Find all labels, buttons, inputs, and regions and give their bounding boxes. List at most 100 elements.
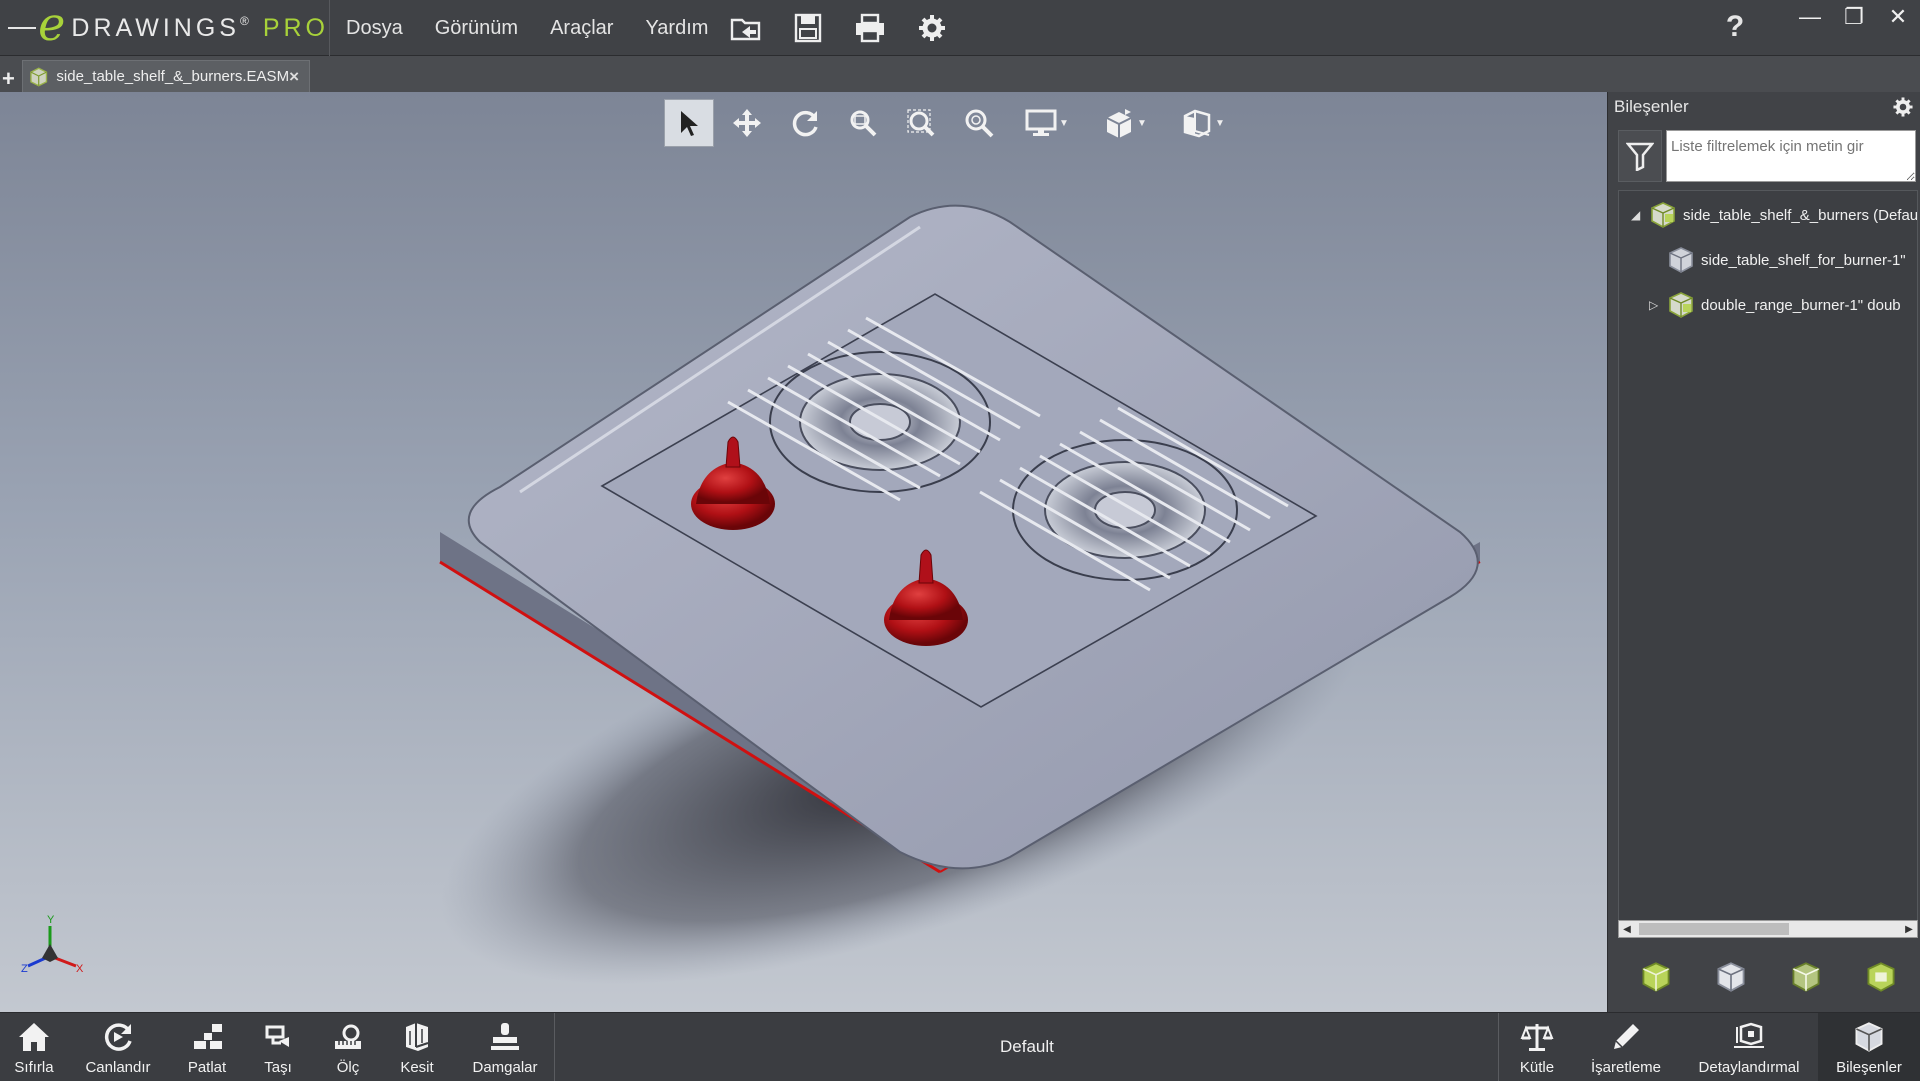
horizontal-scrollbar[interactable]: ◀ ▶ bbox=[1618, 920, 1918, 938]
animate-button[interactable]: Canlandır bbox=[80, 1013, 156, 1081]
triad-y-label: Y bbox=[47, 914, 55, 926]
filter-funnel-icon[interactable] bbox=[1618, 130, 1662, 182]
stamps-button[interactable]: Damgalar bbox=[468, 1013, 542, 1081]
model-view bbox=[439, 204, 1481, 985]
view-toolbar: ▼ ▼ ▼ bbox=[664, 98, 1238, 148]
display-style-icon[interactable]: ▼ bbox=[1012, 99, 1082, 147]
tree-item-burner[interactable]: ▷ double_range_burner-1" doub bbox=[1649, 285, 1901, 325]
document-tab-title: side_table_shelf_&_burners.EASM bbox=[56, 68, 290, 85]
animate-icon bbox=[104, 1023, 132, 1051]
explode-icon bbox=[194, 1024, 222, 1049]
toolbar-separator bbox=[1498, 1013, 1499, 1081]
measure-button[interactable]: Ölç bbox=[326, 1013, 370, 1081]
hide-component-icon[interactable] bbox=[1714, 961, 1748, 993]
measure-label: Ölç bbox=[336, 1059, 360, 1076]
zoom-icon[interactable] bbox=[954, 99, 1004, 147]
menu-tools[interactable]: Araçlar bbox=[534, 17, 629, 40]
part-icon bbox=[1669, 247, 1693, 273]
tree-item-shelf[interactable]: side_table_shelf_for_burner-1" bbox=[1667, 240, 1906, 280]
reset-label: Sıfırla bbox=[14, 1059, 54, 1076]
components-panel: Bileşenler ◢ side_table_shelf_&_burners … bbox=[1607, 92, 1920, 1012]
menu-help[interactable]: Yardım bbox=[629, 17, 724, 40]
menu-view[interactable]: Görünüm bbox=[419, 17, 534, 40]
section-view-icon[interactable]: ▼ bbox=[1168, 99, 1238, 147]
logo-reg: ® bbox=[239, 14, 249, 28]
move-button[interactable]: Taşı bbox=[256, 1013, 300, 1081]
restore-button[interactable]: ❐ bbox=[1832, 0, 1876, 34]
detailing-icon bbox=[1734, 1022, 1764, 1048]
quick-toolbar bbox=[724, 0, 954, 56]
bottom-toolbar: Sıfırla Canlandır Patlat Taşı Ölç Kesit … bbox=[0, 1012, 1920, 1081]
graphics-viewport[interactable]: ▼ ▼ ▼ Y Z X bbox=[0, 92, 1607, 1012]
explode-button[interactable]: Patlat bbox=[182, 1013, 232, 1081]
save-icon[interactable] bbox=[786, 6, 830, 50]
open-folder-icon[interactable] bbox=[724, 6, 768, 50]
markup-button[interactable]: İşaretleme bbox=[1588, 1013, 1664, 1081]
components-button[interactable]: Bileşenler bbox=[1818, 1013, 1920, 1081]
new-tab-icon[interactable]: + bbox=[2, 66, 15, 92]
detailing-button[interactable]: Detaylandırmal bbox=[1696, 1013, 1802, 1081]
panel-settings-gear-icon[interactable] bbox=[1892, 96, 1914, 124]
toolbar-separator bbox=[554, 1013, 555, 1081]
triad-x-label: X bbox=[76, 963, 84, 975]
scroll-right-icon[interactable]: ▶ bbox=[1901, 921, 1917, 937]
section-icon bbox=[406, 1023, 429, 1051]
view-orientation-icon[interactable]: ▼ bbox=[1090, 99, 1160, 147]
document-tab[interactable]: side_table_shelf_&_burners.EASM × bbox=[22, 60, 310, 92]
move-icon bbox=[265, 1025, 289, 1047]
measure-icon bbox=[335, 1024, 361, 1049]
scroll-thumb[interactable] bbox=[1639, 923, 1789, 935]
detailing-label: Detaylandırmal bbox=[1698, 1059, 1800, 1076]
zoom-to-area-icon[interactable] bbox=[896, 99, 946, 147]
settings-gear-icon[interactable] bbox=[910, 6, 954, 50]
logo-arrow-icon bbox=[8, 27, 37, 29]
mass-button[interactable]: Kütle bbox=[1514, 1013, 1560, 1081]
window-controls: ? — ❐ ✕ bbox=[1710, 0, 1920, 56]
rotate-icon[interactable] bbox=[780, 99, 830, 147]
markup-label: İşaretleme bbox=[1590, 1059, 1662, 1076]
filter-row bbox=[1618, 130, 1916, 182]
stamp-icon bbox=[491, 1023, 519, 1050]
section-button[interactable]: Kesit bbox=[392, 1013, 442, 1081]
isolate-component-icon[interactable] bbox=[1864, 961, 1898, 993]
triad-z-label: Z bbox=[21, 963, 28, 975]
minimize-button[interactable]: — bbox=[1788, 0, 1832, 34]
section-label: Kesit bbox=[400, 1059, 434, 1076]
scroll-left-icon[interactable]: ◀ bbox=[1619, 921, 1635, 937]
markup-pen-icon bbox=[1614, 1024, 1639, 1049]
app-logo: e DRAWINGS ® PRO bbox=[0, 0, 330, 56]
components-label: Bileşenler bbox=[1836, 1059, 1902, 1076]
components-panel-title: Bileşenler bbox=[1614, 97, 1689, 116]
collapse-arrow-icon[interactable]: ◢ bbox=[1631, 208, 1649, 222]
logo-text: DRAWINGS bbox=[71, 13, 240, 42]
reset-button[interactable]: Sıfırla bbox=[6, 1013, 62, 1081]
components-icon bbox=[1855, 1022, 1883, 1052]
move-label: Taşı bbox=[264, 1059, 292, 1076]
close-button[interactable]: ✕ bbox=[1876, 0, 1920, 34]
show-component-icon[interactable] bbox=[1639, 961, 1673, 993]
mass-label: Kütle bbox=[1519, 1059, 1555, 1076]
tree-item-root[interactable]: ◢ side_table_shelf_&_burners (Default bbox=[1631, 195, 1918, 235]
tree-item-label: side_table_shelf_for_burner-1" bbox=[1701, 251, 1906, 269]
mass-scale-icon bbox=[1520, 1024, 1554, 1051]
close-tab-icon[interactable]: × bbox=[289, 67, 299, 87]
stamps-label: Damgalar bbox=[472, 1059, 538, 1076]
select-icon[interactable] bbox=[664, 99, 714, 147]
filter-input[interactable] bbox=[1666, 130, 1916, 182]
axis-triad-icon: Y Z X bbox=[21, 914, 84, 975]
transparent-component-icon[interactable] bbox=[1789, 961, 1823, 993]
expand-arrow-icon[interactable]: ▷ bbox=[1649, 298, 1667, 312]
menu-file[interactable]: Dosya bbox=[330, 17, 419, 40]
assembly-icon bbox=[30, 67, 48, 86]
print-icon[interactable] bbox=[848, 6, 892, 50]
explode-label: Patlat bbox=[187, 1059, 227, 1076]
pan-icon[interactable] bbox=[722, 99, 772, 147]
configuration-name: Default bbox=[1000, 1037, 1054, 1056]
component-actions bbox=[1618, 952, 1918, 1002]
zoom-to-fit-icon[interactable] bbox=[838, 99, 888, 147]
help-icon[interactable]: ? bbox=[1710, 2, 1760, 52]
component-tree: ◢ side_table_shelf_&_burners (Default si… bbox=[1618, 190, 1918, 922]
document-tab-bar: + side_table_shelf_&_burners.EASM × bbox=[0, 56, 1920, 92]
logo-pro: PRO bbox=[262, 13, 329, 42]
tree-item-label: side_table_shelf_&_burners (Default bbox=[1683, 206, 1918, 224]
